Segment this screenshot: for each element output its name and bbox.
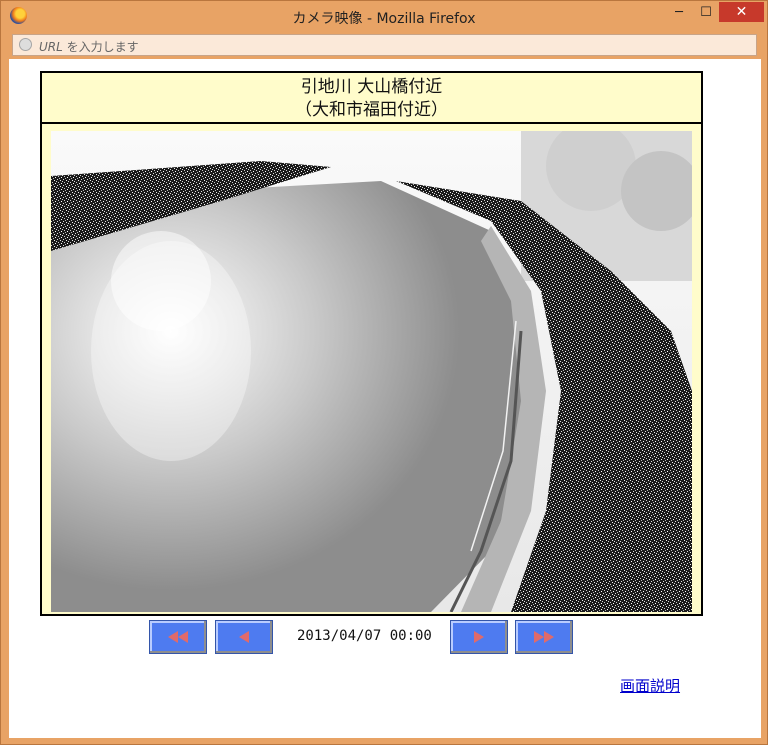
rewind-double-icon <box>178 631 188 643</box>
prev-icon <box>239 631 249 643</box>
forward-double-icon <box>534 631 544 643</box>
close-button[interactable]: ✕ <box>719 2 764 22</box>
next-icon <box>474 631 484 643</box>
title-bar: カメラ映像 - Mozilla Firefox ─ ☐ ✕ <box>1 1 767 31</box>
river-camera-image <box>51 131 692 612</box>
url-placeholder: URL を入力します <box>39 40 139 54</box>
camera-frame: 引地川 大山橋付近 （大和市福田付近） <box>40 71 703 616</box>
minimize-button[interactable]: ─ <box>666 2 692 22</box>
image-datetime: 2013/04/07 00:00 <box>297 628 432 644</box>
camera-caption: 引地川 大山橋付近 （大和市福田付近） <box>42 73 701 124</box>
camera-area: （大和市福田付近） <box>295 100 448 120</box>
rewind-double-icon <box>168 631 178 643</box>
playback-controls: 2013/04/07 00:00 <box>149 620 589 655</box>
previous-frame-button[interactable] <box>215 620 273 654</box>
maximize-button[interactable]: ☐ <box>693 2 719 22</box>
browser-window: カメラ映像 - Mozilla Firefox ─ ☐ ✕ URL を入力します… <box>0 0 768 745</box>
page-content: 引地川 大山橋付近 （大和市福田付近） 2013/04/07 00:00 画面説… <box>9 59 761 738</box>
camera-location: 引地川 大山橋付近 <box>300 77 443 97</box>
window-title: カメラ映像 - Mozilla Firefox <box>292 11 476 27</box>
globe-icon <box>19 38 32 51</box>
first-frame-button[interactable] <box>149 620 207 654</box>
last-frame-button[interactable] <box>515 620 573 654</box>
url-bar[interactable]: URL を入力します <box>12 34 757 56</box>
next-frame-button[interactable] <box>450 620 508 654</box>
screen-help-link[interactable]: 画面説明 <box>620 675 680 696</box>
forward-double-icon <box>544 631 554 643</box>
